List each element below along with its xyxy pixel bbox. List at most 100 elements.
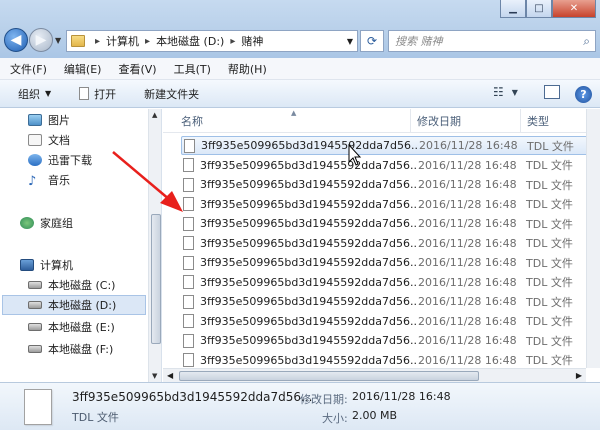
file-name: 3ff935e509965bd3d1945592dda7d56... <box>200 197 416 211</box>
column-header-date[interactable]: 修改日期 <box>411 109 521 133</box>
navigation-pane: 图片 文档 迅雷下载 ♪ 音乐 家庭组 计算机 本地磁盘 (C:) 本地磁盘 (… <box>0 109 162 382</box>
nav-item-drive-e[interactable]: 本地磁盘 (E:) <box>28 317 146 337</box>
menu-view[interactable]: 查看(V) <box>118 61 156 77</box>
nav-item-music[interactable]: ♪ 音乐 <box>28 170 146 190</box>
details-file-name: 3ff935e509965bd3d1945592dda7d56... <box>72 390 313 404</box>
details-pane: 3ff935e509965bd3d1945592dda7d56... TDL 文… <box>0 382 600 430</box>
nav-scrollbar[interactable]: ▲ ▼ <box>148 109 161 382</box>
organize-button[interactable]: 组织 ▼ <box>10 86 59 102</box>
column-header-name[interactable]: 名称 <box>175 109 411 133</box>
help-button[interactable]: ? <box>575 86 592 103</box>
file-date: 2016/11/28 16:48 <box>418 178 517 191</box>
forward-button[interactable]: ▶ <box>29 28 53 52</box>
search-icon: ⌕ <box>583 33 590 48</box>
nav-item-thunder-downloads[interactable]: 迅雷下载 <box>28 150 146 170</box>
breadcrumb-separator[interactable]: ▸ <box>230 36 235 47</box>
nav-scroll-thumb[interactable] <box>151 214 161 344</box>
menu-help[interactable]: 帮助(H) <box>228 61 267 77</box>
file-row[interactable]: 3ff935e509965bd3d1945592dda7d56...2016/1… <box>181 175 600 194</box>
address-bar[interactable]: ▸ 计算机 ▸ 本地磁盘 (D:) ▸ 赌神 ▼ <box>66 30 358 52</box>
nav-label: 迅雷下载 <box>48 154 92 167</box>
file-row[interactable]: 3ff935e509965bd3d1945592dda7d56...2016/1… <box>181 214 600 233</box>
file-date: 2016/11/28 16:48 <box>418 334 517 347</box>
details-size-value: 2.00 MB <box>352 409 398 422</box>
nav-item-homegroup[interactable]: 家庭组 <box>20 213 146 233</box>
search-placeholder: 搜索 赌神 <box>395 35 443 48</box>
scroll-down-icon[interactable]: ▼ <box>152 372 157 380</box>
file-row[interactable]: 3ff935e509965bd3d1945592dda7d56...2016/1… <box>181 136 600 155</box>
menu-file[interactable]: 文件(F) <box>10 61 47 77</box>
maximize-button[interactable]: □ <box>526 0 552 18</box>
tdl-file-icon <box>183 197 194 211</box>
file-row[interactable]: 3ff935e509965bd3d1945592dda7d56...2016/1… <box>181 273 600 292</box>
nav-label: 文档 <box>48 134 70 147</box>
file-row[interactable]: 3ff935e509965bd3d1945592dda7d56...2016/1… <box>181 234 600 253</box>
breadcrumb-separator[interactable]: ▸ <box>145 36 150 47</box>
breadcrumb-computer[interactable]: 计算机 <box>106 33 139 49</box>
file-row[interactable]: 3ff935e509965bd3d1945592dda7d56...2016/1… <box>181 156 600 175</box>
file-date: 2016/11/28 16:48 <box>418 275 517 289</box>
column-header-type[interactable]: 类型 <box>521 109 591 133</box>
tdl-file-icon <box>183 216 194 231</box>
nav-item-drive-d[interactable]: 本地磁盘 (D:) <box>2 295 146 315</box>
scroll-right-icon[interactable]: ▶ <box>576 371 582 380</box>
file-row[interactable]: 3ff935e509965bd3d1945592dda7d56...2016/1… <box>181 351 600 370</box>
tdl-file-icon <box>183 333 194 348</box>
file-row[interactable]: 3ff935e509965bd3d1945592dda7d56...2016/1… <box>181 312 600 331</box>
back-button[interactable]: ◀ <box>4 28 28 52</box>
tdl-file-icon <box>183 353 194 367</box>
nav-item-drive-f[interactable]: 本地磁盘 (F:) <box>28 339 146 359</box>
preview-pane-button[interactable] <box>544 85 560 99</box>
search-input[interactable]: 搜索 赌神 ⌕ <box>388 30 596 52</box>
tdl-file-icon <box>183 275 194 289</box>
details-size-label: 大小: <box>322 412 348 425</box>
nav-label: 本地磁盘 (F:) <box>48 343 114 356</box>
file-date: 2016/11/28 16:48 <box>418 217 517 230</box>
file-row[interactable]: 3ff935e509965bd3d1945592dda7d56...2016/1… <box>181 292 600 311</box>
breadcrumb-drive-d[interactable]: 本地磁盘 (D:) <box>156 33 224 49</box>
file-type: TDL 文件 <box>526 295 573 309</box>
organize-label: 组织 <box>18 87 40 101</box>
tdl-file-icon <box>183 158 194 172</box>
file-type: TDL 文件 <box>526 237 573 250</box>
file-name: 3ff935e509965bd3d1945592dda7d56... <box>200 256 416 269</box>
address-dropdown[interactable]: ▼ <box>347 37 353 46</box>
column-label: 类型 <box>527 115 549 128</box>
horizontal-scroll-thumb[interactable] <box>179 371 479 381</box>
file-type: TDL 文件 <box>526 198 573 211</box>
nav-item-pictures[interactable]: 图片 <box>28 110 146 130</box>
nav-item-computer[interactable]: 计算机 <box>20 255 146 275</box>
nav-item-documents[interactable]: 文档 <box>28 130 146 150</box>
scroll-up-icon[interactable]: ▲ <box>152 111 157 119</box>
file-list-horizontal-scrollbar[interactable]: ◀ ▶ <box>163 368 586 382</box>
computer-icon <box>20 259 34 271</box>
file-row[interactable]: 3ff935e509965bd3d1945592dda7d56...2016/1… <box>181 195 600 214</box>
file-date: 2016/11/28 16:48 <box>418 314 517 328</box>
refresh-button[interactable]: ⟳ <box>360 30 384 52</box>
breadcrumb-folder[interactable]: 赌神 <box>241 33 263 49</box>
tdl-file-icon <box>184 138 195 153</box>
close-button[interactable]: ✕ <box>552 0 596 18</box>
nav-item-drive-c[interactable]: 本地磁盘 (C:) <box>28 275 146 295</box>
menu-edit[interactable]: 编辑(E) <box>64 61 102 77</box>
scroll-left-icon[interactable]: ◀ <box>167 371 173 380</box>
change-view-button[interactable]: ☷ ▼ <box>493 85 518 99</box>
file-type: TDL 文件 <box>526 354 573 367</box>
breadcrumb-separator[interactable]: ▸ <box>95 36 100 47</box>
file-row[interactable]: 3ff935e509965bd3d1945592dda7d56...2016/1… <box>181 253 600 272</box>
file-date: 2016/11/28 16:48 <box>418 256 517 269</box>
open-label: 打开 <box>94 87 117 101</box>
tdl-file-icon <box>183 314 194 328</box>
file-date: 2016/11/28 16:48 <box>418 158 517 172</box>
menu-tools[interactable]: 工具(T) <box>174 61 211 77</box>
recent-pages-dropdown[interactable]: ▼ <box>55 36 61 45</box>
drive-icon <box>28 301 42 309</box>
details-modified-value[interactable]: 2016/11/28 16:48 <box>352 390 451 403</box>
open-button[interactable]: 打开 <box>71 86 124 102</box>
file-type: TDL 文件 <box>526 217 573 231</box>
file-row[interactable]: 3ff935e509965bd3d1945592dda7d56...2016/1… <box>181 331 600 350</box>
file-list-vertical-scrollbar[interactable] <box>586 109 600 368</box>
new-folder-button[interactable]: 新建文件夹 <box>136 86 207 102</box>
title-bar: ▁ □ ✕ ◀ ▶ ▼ ▸ 计算机 ▸ 本地磁盘 (D:) ▸ 赌神 ▼ ⟳ 搜… <box>0 0 600 58</box>
minimize-button[interactable]: ▁ <box>500 0 526 18</box>
